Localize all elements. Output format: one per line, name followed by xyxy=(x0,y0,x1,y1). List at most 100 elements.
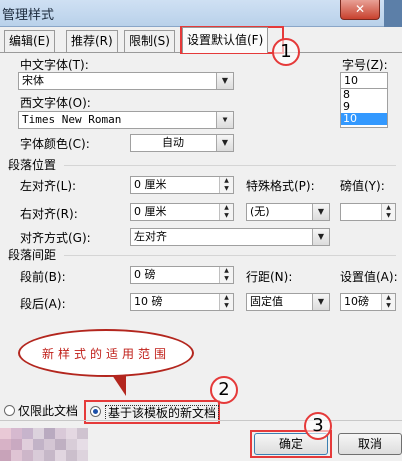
callout-cloud-text: 新样式的适用范围 xyxy=(41,347,170,361)
tab-edit[interactable]: 编辑(E) xyxy=(4,30,55,52)
group-divider xyxy=(64,165,396,166)
group-divider xyxy=(64,255,396,256)
spin-up-icon[interactable]: ▲ xyxy=(220,204,233,212)
spin-up-icon[interactable]: ▲ xyxy=(382,294,395,302)
pixelated-area xyxy=(66,428,77,439)
special-format-label: 特殊格式(P): xyxy=(246,179,315,193)
right-indent-value: 0 厘米 xyxy=(134,205,167,218)
pixelated-area xyxy=(44,428,55,439)
tab-recommend[interactable]: 推荐(R) xyxy=(66,30,118,52)
bottom-divider xyxy=(0,420,402,421)
pixelated-area xyxy=(33,439,44,450)
pixelated-area xyxy=(55,428,66,439)
pixelated-area xyxy=(33,450,44,461)
font-size-option-selected[interactable]: 10 xyxy=(341,113,387,125)
pixelated-area xyxy=(0,450,11,461)
pixelated-area xyxy=(11,439,22,450)
font-color-label: 字体颜色(C): xyxy=(20,137,90,151)
spin-down-icon[interactable]: ▼ xyxy=(220,212,233,220)
paragraph-spacing-heading: 段落间距 xyxy=(8,248,57,262)
font-size-list[interactable]: 8 9 10 xyxy=(340,88,388,128)
spin-down-icon[interactable]: ▼ xyxy=(382,212,395,220)
line-spacing-label: 行距(N): xyxy=(246,270,293,284)
western-font-select[interactable]: Times New Roman ▼ xyxy=(18,111,234,129)
amount-label: 磅值(Y): xyxy=(340,179,385,193)
chevron-down-icon[interactable]: ▼ xyxy=(216,73,233,89)
window-title: 管理样式 xyxy=(2,8,55,23)
radio-this-document[interactable] xyxy=(4,405,15,416)
pixelated-area xyxy=(0,428,11,439)
pixelated-area xyxy=(33,428,44,439)
pixelated-area xyxy=(77,450,88,461)
setting-value-input[interactable]: 10磅 ▲ ▼ xyxy=(340,293,396,311)
pixelated-area xyxy=(22,450,33,461)
chevron-down-icon[interactable]: ▼ xyxy=(312,204,329,220)
chinese-font-value: 宋体 xyxy=(22,74,44,87)
spin-down-icon[interactable]: ▼ xyxy=(220,185,233,193)
spin-down-icon[interactable]: ▼ xyxy=(382,302,395,310)
radio-new-documents-label[interactable]: 基于该模板的新文档 xyxy=(105,405,220,421)
font-color-value: 自动 xyxy=(162,136,184,149)
space-before-spinner[interactable]: ▲ ▼ xyxy=(219,267,233,283)
radio-new-documents[interactable] xyxy=(90,406,101,417)
left-indent-value: 0 厘米 xyxy=(134,178,167,191)
pixelated-area xyxy=(66,450,77,461)
callout-number-2: 2 xyxy=(210,376,238,404)
pixelated-area xyxy=(55,439,66,450)
paragraph-position-heading: 段落位置 xyxy=(8,158,57,172)
line-spacing-select[interactable]: 固定值 ▼ xyxy=(246,293,330,311)
close-button[interactable]: ✕ xyxy=(340,0,380,20)
chevron-down-icon[interactable]: ▼ xyxy=(312,229,329,245)
chinese-font-label: 中文字体(T): xyxy=(20,58,89,72)
spin-up-icon[interactable]: ▲ xyxy=(220,294,233,302)
spin-down-icon[interactable]: ▼ xyxy=(220,302,233,310)
western-font-label: 西文字体(O): xyxy=(20,96,91,110)
chevron-down-icon[interactable]: ▼ xyxy=(312,294,329,310)
pixelated-area xyxy=(77,439,88,450)
spin-up-icon[interactable]: ▲ xyxy=(382,204,395,212)
pixelated-area xyxy=(11,428,22,439)
western-font-value: Times New Roman xyxy=(22,113,122,126)
font-size-value: 10 xyxy=(344,74,358,87)
spin-up-icon[interactable]: ▲ xyxy=(220,267,233,275)
cancel-button[interactable]: 取消 xyxy=(338,433,402,455)
space-after-label: 段后(A): xyxy=(20,297,66,311)
right-indent-spinner[interactable]: ▲ ▼ xyxy=(219,204,233,220)
callout-number-1: 1 xyxy=(272,38,300,66)
pixelated-area xyxy=(44,450,55,461)
chevron-down-icon[interactable]: ▼ xyxy=(216,135,233,151)
tab-restrict[interactable]: 限制(S) xyxy=(124,30,175,52)
left-indent-input[interactable]: 0 厘米 ▲ ▼ xyxy=(130,176,234,194)
font-color-select[interactable]: 自动 ▼ xyxy=(130,134,234,152)
space-after-spinner[interactable]: ▲ ▼ xyxy=(219,294,233,310)
font-size-label: 字号(Z): xyxy=(342,58,388,72)
pixelated-area xyxy=(55,450,66,461)
spin-down-icon[interactable]: ▼ xyxy=(220,275,233,283)
pixelated-area xyxy=(22,428,33,439)
special-format-select[interactable]: (无) ▼ xyxy=(246,203,330,221)
chevron-down-icon[interactable]: ▼ xyxy=(216,112,233,128)
window-frame-edge xyxy=(384,0,402,27)
spin-up-icon[interactable]: ▲ xyxy=(220,177,233,185)
alignment-value: 左对齐 xyxy=(134,230,167,243)
space-before-input[interactable]: 0 磅 ▲ ▼ xyxy=(130,266,234,284)
pixelated-area xyxy=(0,439,11,450)
right-indent-input[interactable]: 0 厘米 ▲ ▼ xyxy=(130,203,234,221)
special-format-value: (无) xyxy=(250,205,270,218)
alignment-select[interactable]: 左对齐 ▼ xyxy=(130,228,330,246)
pixelated-area xyxy=(22,439,33,450)
alignment-label: 对齐方式(G): xyxy=(20,231,91,245)
radio-this-document-label[interactable]: 仅限此文档 xyxy=(18,404,78,418)
pixelated-area xyxy=(66,439,77,450)
left-indent-spinner[interactable]: ▲ ▼ xyxy=(219,177,233,193)
tab-set-defaults[interactable]: 设置默认值(F) xyxy=(182,27,269,53)
chinese-font-select[interactable]: 宋体 ▼ xyxy=(18,72,234,90)
amount-spinner[interactable]: ▲ ▼ xyxy=(381,204,395,220)
setting-value-value: 10磅 xyxy=(344,295,369,308)
space-after-input[interactable]: 10 磅 ▲ ▼ xyxy=(130,293,234,311)
pixelated-area xyxy=(77,428,88,439)
left-indent-label: 左对齐(L): xyxy=(20,179,77,193)
setting-value-spinner[interactable]: ▲ ▼ xyxy=(381,294,395,310)
setting-value-label: 设置值(A): xyxy=(340,270,398,284)
amount-input[interactable]: ▲ ▼ xyxy=(340,203,396,221)
